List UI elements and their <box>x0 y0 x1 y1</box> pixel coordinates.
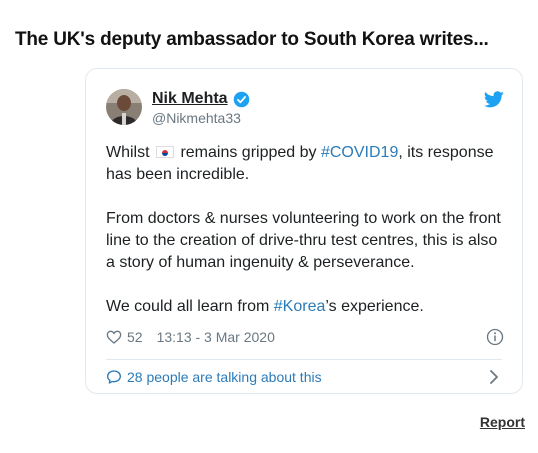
tweet-text-segment: remains gripped by <box>176 144 321 161</box>
tweet-paragraph: Whilst remains gripped by #COVID19, its … <box>106 142 508 186</box>
tweet-timestamp[interactable]: 13:13 - 3 Mar 2020 <box>157 329 275 345</box>
tweet-text-segment: Whilst <box>106 144 154 161</box>
talking-about-text[interactable]: 28 people are talking about this <box>127 369 322 385</box>
heart-icon[interactable] <box>106 329 122 345</box>
info-icon[interactable] <box>486 328 504 346</box>
hashtag-link[interactable]: #COVID19 <box>321 144 398 161</box>
tweet-text: Whilst remains gripped by #COVID19, its … <box>106 142 508 318</box>
speech-bubble-icon <box>107 370 121 384</box>
report-link[interactable]: Report <box>480 414 525 430</box>
tweet-meta: 52 13:13 - 3 Mar 2020 <box>106 327 275 347</box>
divider <box>106 359 502 360</box>
hashtag-link[interactable]: #Korea <box>274 298 326 315</box>
south-korea-flag-icon <box>156 146 174 158</box>
author-name[interactable]: Nik Mehta <box>152 90 228 108</box>
like-count[interactable]: 52 <box>127 329 143 345</box>
verified-badge-icon <box>233 91 250 108</box>
tweet-paragraph: We could all learn from #Korea’s experie… <box>106 296 508 318</box>
tweet-paragraph: From doctors & nurses volunteering to wo… <box>106 208 508 274</box>
author-handle[interactable]: @Nikmehta33 <box>152 110 241 126</box>
tweet-text-segment: From doctors & nurses volunteering to wo… <box>106 210 501 271</box>
tweet-text-segment: We could all learn from <box>106 298 274 315</box>
chevron-right-icon[interactable] <box>489 369 499 385</box>
avatar[interactable] <box>106 89 142 125</box>
twitter-bird-icon[interactable] <box>484 91 504 108</box>
talking-about-link[interactable]: 28 people are talking about this <box>106 367 502 387</box>
tweet-text-segment: ’s experience. <box>325 298 424 315</box>
embedded-tweet-card[interactable]: Nik Mehta @Nikmehta33 Whilst remains gri… <box>85 68 523 394</box>
article-headline: The UK's deputy ambassador to South Kore… <box>15 29 489 50</box>
